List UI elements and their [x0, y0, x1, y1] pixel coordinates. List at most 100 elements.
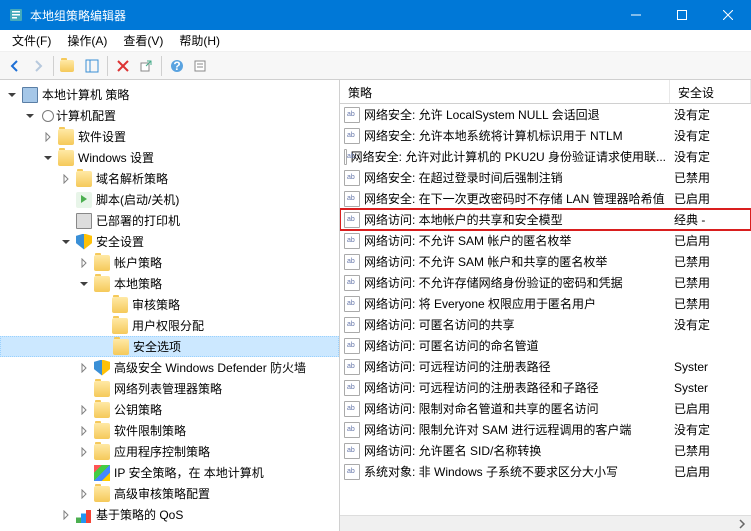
tree-item-securitySettings[interactable]: 安全设置 [0, 231, 339, 252]
column-setting[interactable]: 安全设 [670, 80, 751, 103]
scroll-right-icon[interactable] [737, 519, 747, 529]
up-button[interactable] [58, 55, 80, 77]
policy-row[interactable]: 网络访问: 本地帐户的共享和安全模型经典 - [340, 209, 751, 230]
tree-item-securityOptions[interactable]: 安全选项 [0, 336, 339, 357]
policy-setting: 已禁用 [670, 442, 751, 459]
column-policy[interactable]: 策略 [340, 80, 670, 103]
chart-icon [76, 507, 92, 523]
policy-icon [344, 422, 360, 438]
twisty-icon[interactable] [58, 171, 74, 187]
tree-item-localPolicies[interactable]: 本地策略 [0, 273, 339, 294]
menu-view[interactable]: 查看(V) [115, 30, 171, 51]
tree-pane[interactable]: 本地计算机 策略计算机配置软件设置Windows 设置域名解析策略脚本(启动/关… [0, 80, 340, 531]
tree-item-windowsSettings[interactable]: Windows 设置 [0, 147, 339, 168]
menu-file[interactable]: 文件(F) [4, 30, 59, 51]
folder-icon [94, 276, 110, 292]
tree-item-softwareSettings[interactable]: 软件设置 [0, 126, 339, 147]
tree-item-softwareRestriction[interactable]: 软件限制策略 [0, 420, 339, 441]
policy-row[interactable]: 网络访问: 允许匿名 SID/名称转换已禁用 [340, 440, 751, 461]
horizontal-scrollbar[interactable] [340, 515, 751, 531]
policy-setting: 没有定 [670, 127, 751, 144]
tree-item-nameResolution[interactable]: 域名解析策略 [0, 168, 339, 189]
policy-name: 系统对象: 非 Windows 子系统不要求区分大小写 [364, 463, 618, 480]
policy-row[interactable]: 网络访问: 可匿名访问的命名管道 [340, 335, 751, 356]
tree-item-qos[interactable]: 基于策略的 QoS [0, 504, 339, 525]
window-title: 本地组策略编辑器 [30, 7, 613, 24]
policy-row[interactable]: 网络访问: 不允许 SAM 帐户的匿名枚举已启用 [340, 230, 751, 251]
menu-action[interactable]: 操作(A) [59, 30, 115, 51]
show-tree-button[interactable] [81, 55, 103, 77]
list-pane: 策略 安全设 网络安全: 允许 LocalSystem NULL 会话回退没有定… [340, 80, 751, 531]
policy-row[interactable]: 网络访问: 限制对命名管道和共享的匿名访问已启用 [340, 398, 751, 419]
tree-item-auditPolicy[interactable]: 审核策略 [0, 294, 339, 315]
policy-row[interactable]: 网络访问: 可远程访问的注册表路径和子路径Syster [340, 377, 751, 398]
tree-item-networkList[interactable]: 网络列表管理器策略 [0, 378, 339, 399]
policy-row[interactable]: 网络访问: 将 Everyone 权限应用于匿名用户已禁用 [340, 293, 751, 314]
tree-item-appControl[interactable]: 应用程序控制策略 [0, 441, 339, 462]
maximize-button[interactable] [659, 0, 705, 30]
policy-row[interactable]: 网络安全: 允许对此计算机的 PKU2U 身份验证请求使用联...没有定 [340, 146, 751, 167]
policy-icon [344, 296, 360, 312]
tree-item-accountPolicies[interactable]: 帐户策略 [0, 252, 339, 273]
policy-row[interactable]: 网络访问: 限制允许对 SAM 进行远程调用的客户端没有定 [340, 419, 751, 440]
tree-item-advancedAudit[interactable]: 高级审核策略配置 [0, 483, 339, 504]
tree-item-label: 审核策略 [132, 296, 180, 313]
policy-row[interactable]: 网络访问: 不允许存储网络身份验证的密码和凭据已禁用 [340, 272, 751, 293]
twisty-icon[interactable] [76, 255, 92, 271]
twisty-icon[interactable] [22, 108, 38, 124]
twisty-icon[interactable] [58, 507, 74, 523]
tree-item-defender[interactable]: 高级安全 Windows Defender 防火墙 [0, 357, 339, 378]
play-icon [76, 192, 92, 208]
list-body[interactable]: 网络安全: 允许 LocalSystem NULL 会话回退没有定网络安全: 允… [340, 104, 751, 515]
properties-button[interactable] [189, 55, 211, 77]
forward-button[interactable] [27, 55, 49, 77]
twisty-icon [58, 192, 74, 208]
twisty-icon[interactable] [76, 276, 92, 292]
twisty-icon[interactable] [40, 150, 56, 166]
twisty-icon [58, 213, 74, 229]
policy-name: 网络安全: 允许 LocalSystem NULL 会话回退 [364, 106, 600, 123]
policy-row[interactable]: 网络访问: 可远程访问的注册表路径Syster [340, 356, 751, 377]
policy-row[interactable]: 网络安全: 在下一次更改密码时不存储 LAN 管理器哈希值已启用 [340, 188, 751, 209]
twisty-icon[interactable] [76, 486, 92, 502]
minimize-button[interactable] [613, 0, 659, 30]
folder-icon [94, 381, 110, 397]
policy-row[interactable]: 网络访问: 不允许 SAM 帐户和共享的匿名枚举已禁用 [340, 251, 751, 272]
policy-row[interactable]: 网络访问: 可匿名访问的共享没有定 [340, 314, 751, 335]
content-area: 本地计算机 策略计算机配置软件设置Windows 设置域名解析策略脚本(启动/关… [0, 80, 751, 531]
tree-item-root[interactable]: 本地计算机 策略 [0, 84, 339, 105]
tree-item-computerConfig[interactable]: 计算机配置 [0, 105, 339, 126]
tree-item-ipsec[interactable]: IP 安全策略，在 本地计算机 [0, 462, 339, 483]
folder-icon [94, 444, 110, 460]
twisty-icon[interactable] [76, 360, 92, 376]
policy-row[interactable]: 系统对象: 非 Windows 子系统不要求区分大小写已启用 [340, 461, 751, 482]
policy-row[interactable]: 网络安全: 在超过登录时间后强制注销已禁用 [340, 167, 751, 188]
tree-item-scripts[interactable]: 脚本(启动/关机) [0, 189, 339, 210]
tree-item-label: 高级审核策略配置 [114, 485, 210, 502]
twisty-icon[interactable] [58, 234, 74, 250]
tree-item-printers[interactable]: 已部署的打印机 [0, 210, 339, 231]
help-button[interactable]: ? [166, 55, 188, 77]
policy-row[interactable]: 网络安全: 允许 LocalSystem NULL 会话回退没有定 [340, 104, 751, 125]
twisty-icon[interactable] [76, 444, 92, 460]
menu-help[interactable]: 帮助(H) [171, 30, 228, 51]
twisty-icon[interactable] [40, 129, 56, 145]
tree-item-label: 域名解析策略 [96, 170, 168, 187]
policy-row[interactable]: 网络安全: 允许本地系统将计算机标识用于 NTLM没有定 [340, 125, 751, 146]
tree-item-label: 软件限制策略 [114, 422, 186, 439]
export-button[interactable] [135, 55, 157, 77]
close-button[interactable] [705, 0, 751, 30]
folder-icon [94, 402, 110, 418]
back-button[interactable] [4, 55, 26, 77]
policy-name: 网络安全: 允许对此计算机的 PKU2U 身份验证请求使用联... [351, 148, 666, 165]
policy-icon [344, 191, 360, 207]
delete-button[interactable] [112, 55, 134, 77]
policy-setting: 没有定 [670, 421, 751, 438]
twisty-icon[interactable] [76, 423, 92, 439]
twisty-icon[interactable] [4, 87, 20, 103]
policy-setting: 已禁用 [670, 169, 751, 186]
policy-icon [344, 401, 360, 417]
twisty-icon[interactable] [76, 402, 92, 418]
tree-item-userRights[interactable]: 用户权限分配 [0, 315, 339, 336]
tree-item-publicKey[interactable]: 公钥策略 [0, 399, 339, 420]
